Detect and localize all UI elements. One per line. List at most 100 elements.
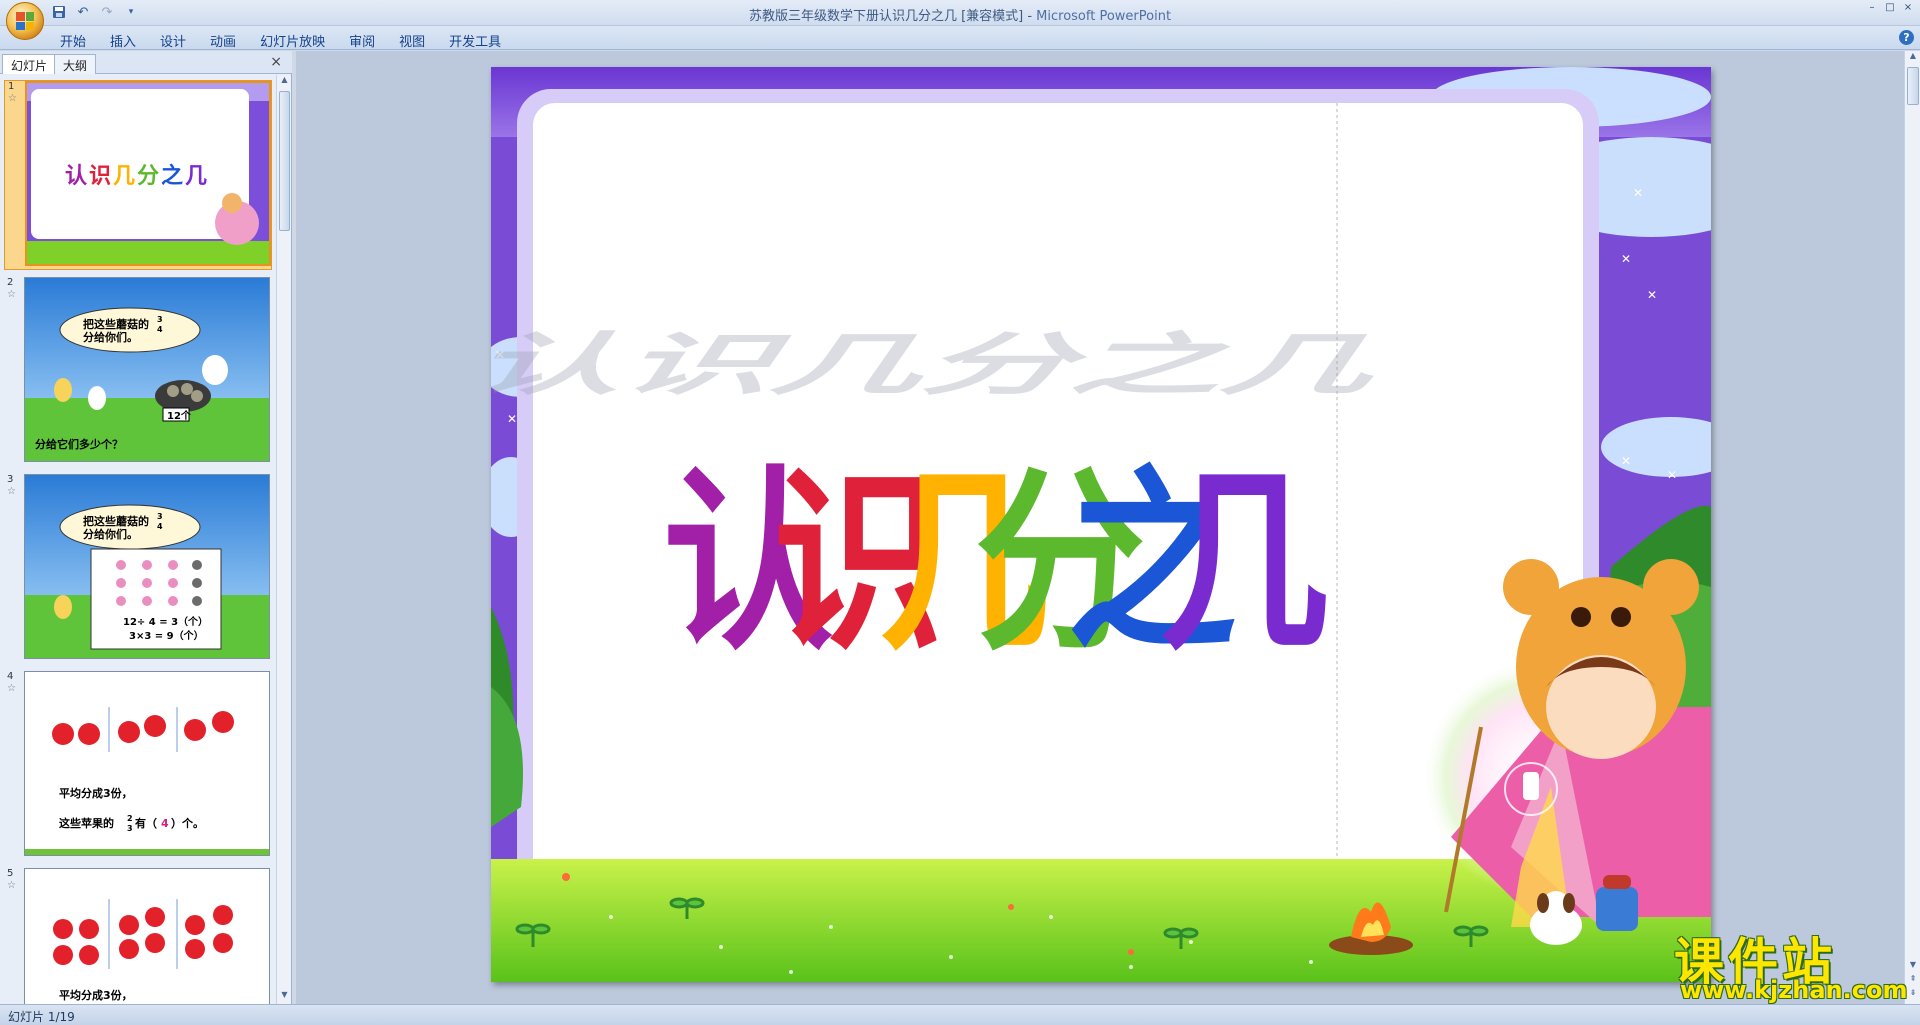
- watermark: 课件站 www.kjzhan.com: [1668, 922, 1908, 1004]
- thumb-title-char: 识: [89, 164, 111, 189]
- maximize-button[interactable]: □: [1882, 2, 1898, 14]
- ribbon: 开始 插入 设计 动画 幻灯片放映 审阅 视图 开发工具 ?: [0, 26, 1920, 50]
- slide-3-preview: 把这些蘑菇的 3 4 分给你们。 12÷ 4 = 3（个） 3×3 = 9（个）: [25, 475, 269, 658]
- thumb-title-char: 分: [137, 164, 159, 189]
- fraction-denominator: 3: [127, 824, 133, 833]
- animation-star-icon: ☆: [8, 93, 17, 104]
- thumbnails-scrollbar[interactable]: ▲ ▼: [276, 75, 291, 1004]
- office-logo-icon: [16, 12, 34, 30]
- slide-number: 4: [7, 671, 14, 682]
- calc-line-2: 3×3 = 9（个）: [129, 629, 204, 642]
- close-panel-icon[interactable]: ×: [270, 54, 282, 70]
- bubble-line-1: 把这些蘑菇的: [83, 317, 149, 331]
- editor-scrollbar[interactable]: ▲ ▼ ⇞ ⇟: [1904, 51, 1920, 1004]
- tab-insert[interactable]: 插入: [98, 29, 148, 52]
- bubble-line-2: 分给你们。: [83, 527, 138, 541]
- question-text: 分给它们多少个？: [35, 437, 123, 451]
- text-line-1: 平均分成3份，: [59, 988, 133, 1002]
- tab-review[interactable]: 审阅: [337, 29, 387, 52]
- tab-home[interactable]: 开始: [48, 29, 98, 52]
- slide-thumbnail-5[interactable]: 5 ☆ 平均分成3份，: [4, 868, 272, 1004]
- tab-animations[interactable]: 动画: [198, 29, 248, 52]
- slide-4-preview: 平均分成3份， 这些苹果的 2 3 有（ 4 ）个。: [25, 672, 269, 855]
- app-name: Microsoft PowerPoint: [1036, 9, 1172, 24]
- fraction-denominator: 4: [157, 522, 163, 531]
- slide-number: 1: [8, 81, 15, 92]
- animation-star-icon: ☆: [7, 289, 16, 300]
- slide-thumbnails: 1 ☆ 认 识 几 分 之 几 2 ☆ 把这些蘑菇的 3 4 分给你们。 12个…: [0, 75, 276, 1004]
- close-button[interactable]: ×: [1900, 2, 1916, 14]
- slide-thumbnail-frame: 认 识 几 分 之 几: [25, 81, 271, 266]
- thumb-title-char: 几: [185, 164, 207, 189]
- calc-line-1: 12÷ 4 = 3（个）: [123, 615, 208, 628]
- answer-value: 4: [161, 817, 169, 830]
- panel-tabs: 幻灯片 大纲 ×: [0, 51, 292, 74]
- bubble-line-1: 把这些蘑菇的: [83, 514, 149, 528]
- help-icon[interactable]: ?: [1899, 30, 1914, 45]
- svg-text:✕: ✕: [1647, 288, 1657, 302]
- thumb-title-char: 几: [113, 164, 135, 189]
- tab-design[interactable]: 设计: [148, 29, 198, 52]
- svg-text:认识几分之几: 认识几分之几: [491, 324, 1413, 404]
- title-char: 几: [1159, 450, 1329, 677]
- count-label: 12个: [167, 409, 192, 422]
- fraction-numerator: 3: [157, 315, 163, 324]
- slide-title: 认 识 几 分 之 几: [663, 450, 1329, 677]
- slide-number: 2: [7, 277, 14, 288]
- fraction-numerator: 3: [157, 512, 163, 521]
- tab-slideshow[interactable]: 幻灯片放映: [248, 29, 337, 52]
- slide-thumbnail-2[interactable]: 2 ☆ 把这些蘑菇的 3 4 分给你们。 12个 分给它们多少个？: [4, 277, 272, 467]
- scroll-up-icon[interactable]: ▲: [1905, 51, 1920, 65]
- slides-panel: 幻灯片 大纲 × 1 ☆ 认 识 几 分 之 几 2 ☆ 把这些蘑菇的 3 4 …: [0, 51, 292, 1004]
- title-bar: ↶ ↷ ▾ 苏教版三年级数学下册认识几分之几 [兼容模式] - Microsof…: [0, 0, 1920, 40]
- scroll-thumb[interactable]: [279, 91, 290, 231]
- office-button[interactable]: [6, 2, 44, 40]
- slide-2-preview: 把这些蘑菇的 3 4 分给你们。 12个 分给它们多少个？: [25, 278, 269, 461]
- animation-star-icon: ☆: [7, 880, 16, 891]
- slide-thumbnail-frame: 把这些蘑菇的 3 4 分给你们。 12÷ 4 = 3（个） 3×3 = 9（个）: [24, 474, 270, 659]
- slide-thumbnail-4[interactable]: 4 ☆ 平均分成3份， 这些苹果的 2 3 有（ 4 ）个。: [4, 671, 272, 861]
- fraction-numerator: 2: [127, 814, 133, 823]
- animation-star-icon: ☆: [7, 683, 16, 694]
- slide-1-preview: 认 识 几 分 之 几: [27, 83, 269, 264]
- slide-thumbnail-3[interactable]: 3 ☆ 把这些蘑菇的 3 4 分给你们。 12÷ 4 = 3（个） 3×3 = …: [4, 474, 272, 664]
- thumb-title-char: 之: [161, 163, 183, 189]
- window-controls: – □ ×: [1864, 2, 1916, 14]
- document-title: 苏教版三年级数学下册认识几分之几 [兼容模式] -: [748, 9, 1037, 24]
- bubble-line-2: 分给你们。: [83, 330, 138, 344]
- text-line-2-mid: 有（: [135, 816, 157, 830]
- svg-text:✕: ✕: [1621, 454, 1631, 468]
- slide-thumbnail-frame: 平均分成3份，: [24, 868, 270, 1004]
- slide-thumbnail-1[interactable]: 1 ☆ 认 识 几 分 之 几: [4, 80, 272, 270]
- thumb-title-char: 认: [65, 164, 87, 189]
- slide-artwork: ✕✕✕ ✕✕✕✕ 认识几分之几 认 识 几 分 之 几: [491, 67, 1711, 982]
- ribbon-tabs: 开始 插入 设计 动画 幻灯片放映 审阅 视图 开发工具: [48, 29, 513, 52]
- status-bar: 幻灯片 1/19: [0, 1004, 1920, 1025]
- svg-text:✕: ✕: [1621, 252, 1631, 266]
- svg-text:✕: ✕: [507, 412, 517, 426]
- scroll-down-icon[interactable]: ▼: [1905, 960, 1920, 974]
- slide-indicator: 幻灯片 1/19: [8, 1010, 75, 1024]
- minimize-button[interactable]: –: [1864, 2, 1880, 14]
- slide-5-preview: 平均分成3份，: [25, 869, 269, 1004]
- scroll-down-icon[interactable]: ▼: [277, 990, 292, 1004]
- slide-thumbnail-frame: 平均分成3份， 这些苹果的 2 3 有（ 4 ）个。: [24, 671, 270, 856]
- slide-thumbnail-frame: 把这些蘑菇的 3 4 分给你们。 12个 分给它们多少个？: [24, 277, 270, 462]
- animation-star-icon: ☆: [7, 486, 16, 497]
- text-line-1: 平均分成3份，: [59, 786, 133, 800]
- svg-text:✕: ✕: [1633, 186, 1643, 200]
- tab-view[interactable]: 视图: [387, 29, 437, 52]
- scroll-up-icon[interactable]: ▲: [277, 75, 292, 89]
- slide-number: 3: [7, 474, 14, 485]
- tab-slides[interactable]: 幻灯片: [2, 54, 57, 74]
- window-title: 苏教版三年级数学下册认识几分之几 [兼容模式] - Microsoft Powe…: [0, 5, 1920, 24]
- tab-outline[interactable]: 大纲: [54, 54, 97, 74]
- text-line-2-prefix: 这些苹果的: [59, 816, 114, 830]
- watermark-url: www.kjzhan.com: [1680, 976, 1908, 1004]
- tab-developer[interactable]: 开发工具: [437, 29, 513, 52]
- fraction-denominator: 4: [157, 325, 163, 334]
- scroll-thumb[interactable]: [1907, 67, 1919, 105]
- svg-text:✕: ✕: [1667, 468, 1677, 482]
- current-slide[interactable]: ✕ ✕ ✕ ✕ ✕ ✕ ✕ 认识几分之几 认 识 几 分 之 几: [491, 67, 1711, 982]
- text-line-2-end: ）个。: [171, 816, 204, 830]
